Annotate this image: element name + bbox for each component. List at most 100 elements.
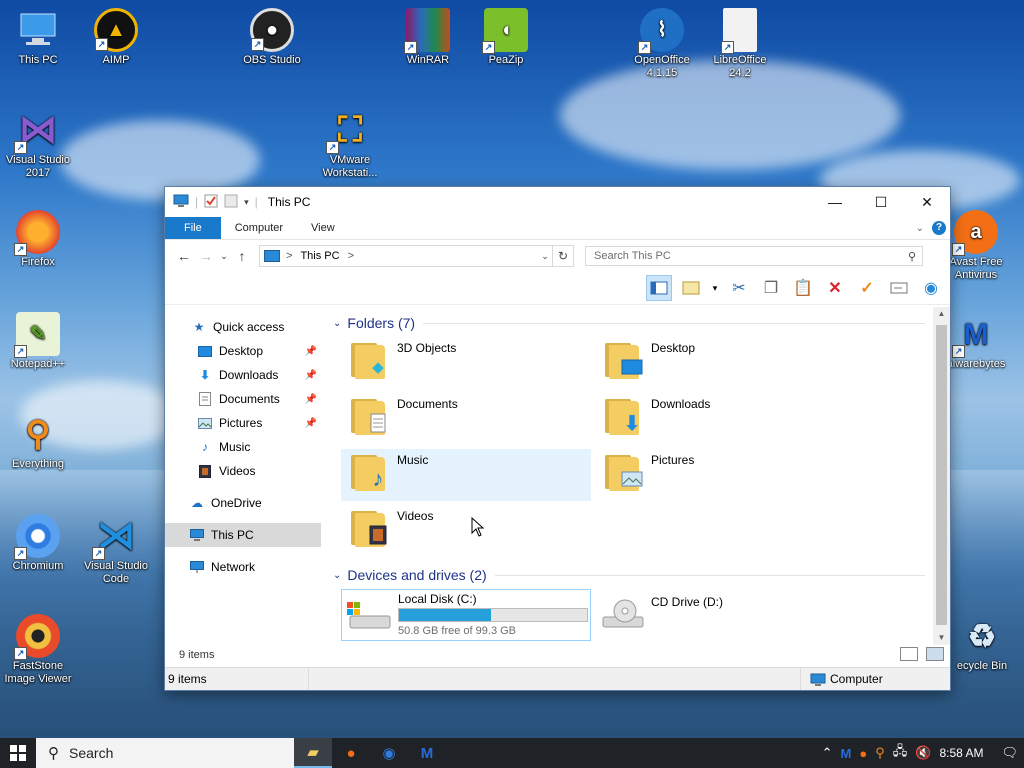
address-location[interactable]: This PC	[300, 250, 339, 262]
scroll-down-icon[interactable]: ▼	[933, 631, 950, 645]
folder-desktop-icon	[603, 341, 643, 381]
help-button[interactable]: ?	[932, 221, 946, 235]
folder-pictures[interactable]: Pictures	[595, 449, 845, 501]
search-box[interactable]: Search This PC ⚲	[585, 246, 923, 266]
tray-overflow-chevron-icon[interactable]: ⌃	[822, 745, 833, 761]
desktop-icon-chromium[interactable]: ↗ Chromium	[0, 514, 76, 573]
videos-film-icon	[197, 464, 213, 478]
delete-icon[interactable]: ✕	[822, 275, 848, 301]
start-button[interactable]	[0, 738, 36, 768]
scroll-up-icon[interactable]: ▲	[933, 307, 950, 321]
nav-label: Quick access	[213, 320, 285, 334]
nav-quick-access[interactable]: ★ Quick access	[165, 315, 321, 339]
desktop-icon-recycle-bin[interactable]: ♻ ecycle Bin	[944, 614, 1020, 673]
rename-box-icon[interactable]	[886, 275, 912, 301]
taskbar-search-box[interactable]: ⚲ Search	[36, 738, 294, 768]
desktop-icon-everything[interactable]: ⚲ Everything	[0, 412, 76, 471]
nav-music[interactable]: ♪ Music	[165, 435, 321, 459]
address-row: ← → ⌄ ↑ > This PC > ⌄ ↻ Search This PC ⚲	[165, 240, 950, 272]
desktop-icon-obs[interactable]: ● ↗ OBS Studio	[234, 8, 310, 67]
desktop-icon-visual-studio[interactable]: ⋈ ↗ Visual Studio 2017	[0, 108, 76, 180]
pin-icon: 📌	[304, 417, 317, 429]
nav-label: Network	[211, 560, 256, 574]
desktop-icon-faststone[interactable]: ↗ FastStone Image Viewer	[0, 614, 76, 686]
refresh-button[interactable]: ↻	[553, 245, 574, 267]
desktop-icon-winrar[interactable]: ↗ WinRAR	[390, 8, 466, 67]
desktop-icon-this-pc[interactable]: This PC	[0, 8, 76, 67]
desktop-icon-firefox[interactable]: ↗ Firefox	[0, 210, 76, 269]
address-dropdown-icon[interactable]: ⌄	[538, 251, 552, 262]
nav-videos[interactable]: Videos	[165, 459, 321, 483]
desktop-icon-notepadpp[interactable]: ✎ ↗ Notepad++	[0, 312, 76, 371]
search-icon: ⚲	[48, 745, 59, 762]
nav-label: Videos	[219, 464, 256, 478]
devices-group-header[interactable]: ⌄ Devices and drives (2)	[333, 565, 925, 585]
tab-computer[interactable]: Computer	[221, 217, 297, 239]
layout-dropdown-icon[interactable]: ▾	[710, 275, 720, 301]
details-view-icon[interactable]	[900, 647, 918, 661]
ribbon-tabs: File Computer View ⌄ ?	[165, 217, 950, 240]
tray-network-icon[interactable]: 🖧	[893, 742, 908, 764]
customize-qat-chevron-icon[interactable]: ▾	[244, 197, 249, 208]
network-drive-icon[interactable]: ◉	[918, 275, 944, 301]
desktop-icon-vmware[interactable]: ⛶ ↗ VMware Workstati...	[312, 108, 388, 180]
tray-malwarebytes-icon[interactable]: M	[841, 746, 852, 761]
folder-documents[interactable]: Documents	[341, 393, 591, 445]
cut-icon[interactable]: ✂	[726, 275, 752, 301]
address-bar[interactable]: > This PC > ⌄	[259, 245, 553, 267]
tab-file[interactable]: File	[165, 217, 221, 239]
expand-ribbon-chevron-icon[interactable]: ⌄	[916, 223, 924, 234]
tray-volume-muted-icon[interactable]: 🔇	[915, 745, 931, 761]
paste-icon[interactable]: 📋	[790, 275, 816, 301]
nav-this-pc[interactable]: This PC	[165, 523, 321, 547]
back-button[interactable]: ←	[173, 248, 195, 264]
vertical-scrollbar[interactable]: ▲ ▼	[933, 307, 950, 645]
drive-d[interactable]: CD Drive (D:)	[595, 589, 845, 641]
close-button[interactable]: ✕	[904, 187, 950, 217]
tray-everything-icon[interactable]: ⚲	[875, 745, 885, 761]
desktop-icon-openoffice[interactable]: ⌇ ↗ OpenOffice 4.1.15	[624, 8, 700, 80]
folder-label: 3D Objects	[397, 341, 457, 355]
preview-pane-icon[interactable]	[646, 275, 672, 301]
taskbar-firefox-icon[interactable]: ●	[332, 738, 370, 768]
properties-icon[interactable]	[204, 194, 218, 211]
scroll-thumb[interactable]	[936, 325, 947, 625]
taskbar-malwarebytes-icon[interactable]: M	[408, 738, 446, 768]
new-folder-icon[interactable]	[224, 194, 238, 211]
layout-icon[interactable]	[678, 275, 704, 301]
folder-desktop[interactable]: Desktop	[595, 337, 845, 389]
desktop-icon-label: Notepad++	[10, 358, 66, 370]
taskbar-file-explorer-icon[interactable]: ▰	[294, 738, 332, 768]
folders-group-header[interactable]: ⌄ Folders (7)	[333, 313, 925, 333]
desktop-icon-label: Visual Studio 2017	[5, 154, 70, 179]
desktop-icon-vscode[interactable]: ⋊ ↗ Visual Studio Code	[78, 514, 154, 586]
nav-desktop[interactable]: Desktop 📌	[165, 339, 321, 363]
folder-music[interactable]: ♪ Music	[341, 449, 591, 501]
forward-button[interactable]: →	[195, 248, 217, 264]
taskbar-chromium-icon[interactable]: ◉	[370, 738, 408, 768]
drive-c[interactable]: Local Disk (C:) 50.8 GB free of 99.3 GB	[341, 589, 591, 641]
copy-icon[interactable]: ❐	[758, 275, 784, 301]
nav-downloads[interactable]: ⬇ Downloads 📌	[165, 363, 321, 387]
rename-check-icon[interactable]: ✓	[854, 275, 880, 301]
desktop-icon-aimp[interactable]: ▲ ↗ AIMP	[78, 8, 154, 67]
minimize-button[interactable]: —	[812, 187, 858, 217]
desktop-icon-libreoffice[interactable]: ↗ LibreOffice 24.2	[702, 8, 778, 80]
desktop-icon-peazip[interactable]: ◖ ↗ PeaZip	[468, 8, 544, 67]
folder-videos[interactable]: Videos	[341, 505, 591, 557]
tray-avast-icon[interactable]: ●	[859, 746, 867, 761]
tray-clock[interactable]: 8:58 AM	[939, 746, 983, 760]
up-button[interactable]: ↑	[231, 248, 253, 264]
quick-access-toolbar: | ▾ |	[165, 194, 258, 211]
folder-downloads[interactable]: ⬇ Downloads	[595, 393, 845, 445]
tab-view[interactable]: View	[297, 217, 349, 239]
nav-pictures[interactable]: Pictures 📌	[165, 411, 321, 435]
large-icons-view-icon[interactable]	[926, 647, 944, 661]
action-center-icon[interactable]: 🗨	[1001, 745, 1018, 761]
nav-onedrive[interactable]: ☁ OneDrive	[165, 491, 321, 515]
maximize-button[interactable]: ☐	[858, 187, 904, 217]
nav-documents[interactable]: Documents 📌	[165, 387, 321, 411]
nav-network[interactable]: Network	[165, 555, 321, 579]
recent-locations-chevron-icon[interactable]: ⌄	[217, 251, 231, 262]
folder-3d-objects[interactable]: ◆ 3D Objects	[341, 337, 591, 389]
